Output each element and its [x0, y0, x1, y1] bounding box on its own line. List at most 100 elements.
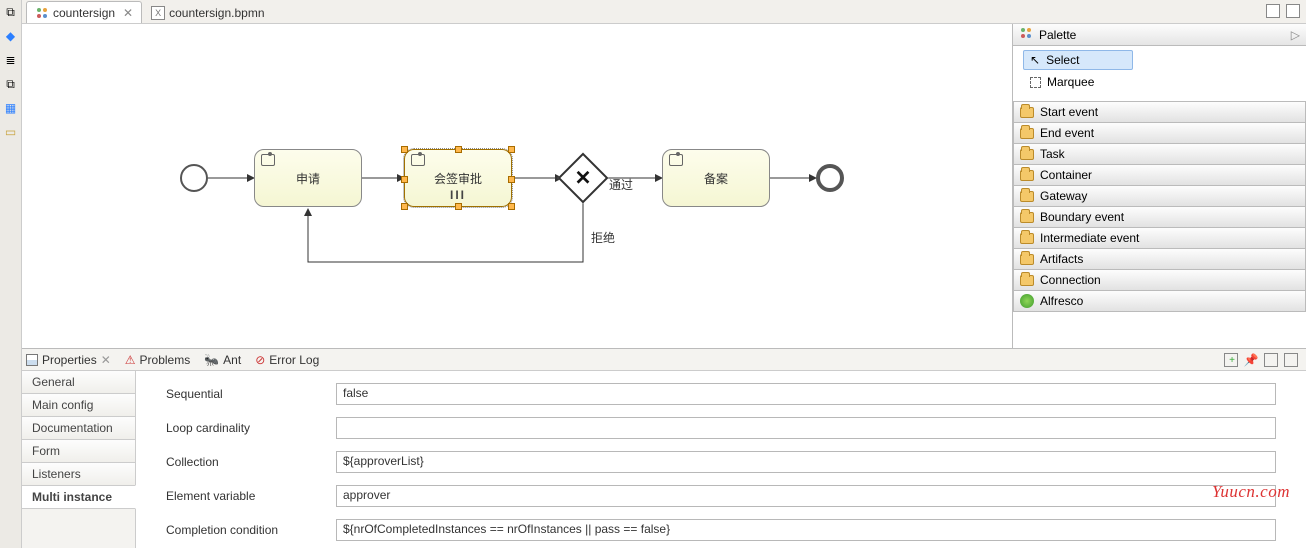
toolbar-icon-2[interactable]: ◆ [3, 28, 19, 44]
view-menu-icon[interactable]: + [1224, 353, 1238, 367]
ptab-listeners[interactable]: Listeners [22, 462, 136, 486]
minimize-view-button[interactable] [1264, 353, 1278, 367]
toolbar-icon-6[interactable]: ▭ [3, 124, 19, 140]
view-errorlog[interactable]: ⊘ Error Log [255, 353, 319, 367]
close-icon[interactable]: ✕ [101, 353, 111, 367]
user-task-icon [261, 154, 275, 166]
view-problems[interactable]: ⚠ Problems [125, 353, 190, 367]
bottom-panel: Properties ✕ ⚠ Problems 🐜 Ant ⊘ Error Lo… [22, 348, 1306, 548]
folder-icon [1020, 107, 1034, 118]
tool-label: Marquee [1047, 75, 1094, 89]
resize-handle[interactable] [508, 176, 515, 183]
cat-label: Intermediate event [1040, 231, 1139, 245]
problems-icon: ⚠ [125, 353, 136, 367]
cat-label: Start event [1040, 105, 1098, 119]
watermark: Yuucn.com [1212, 482, 1290, 502]
palette-cat-intermediate-event[interactable]: Intermediate event [1013, 227, 1306, 249]
view-label: Problems [140, 353, 191, 367]
tab-countersign-bpmn[interactable]: X countersign.bpmn [142, 1, 273, 23]
palette-cat-boundary-event[interactable]: Boundary event [1013, 206, 1306, 228]
folder-icon [1020, 233, 1034, 244]
toolbar-icon-5[interactable]: ▦ [3, 100, 19, 116]
cat-label: Gateway [1040, 189, 1087, 203]
palette-cat-connection[interactable]: Connection [1013, 269, 1306, 291]
task-approve-selected[interactable]: 会签审批 III [404, 149, 512, 207]
toolbar-icon-1[interactable]: ⧉ [3, 4, 19, 20]
task-apply[interactable]: 申请 [254, 149, 362, 207]
loop-cardinality-field[interactable] [336, 417, 1276, 439]
maximize-button[interactable] [1286, 4, 1300, 18]
diagram-canvas[interactable]: 申请 会签审批 III ✕ 备案 通过 拒绝 [22, 24, 1012, 348]
tab-countersign-diagram[interactable]: countersign ✕ [26, 1, 142, 23]
window-controls [1266, 4, 1300, 18]
palette-panel: Palette ▷ ↖ Select Marquee Start event E… [1012, 24, 1306, 348]
resize-handle[interactable] [401, 203, 408, 210]
exclusive-gateway[interactable]: ✕ [558, 153, 609, 204]
toolbar-icon-4[interactable]: ⧉ [3, 76, 19, 92]
cat-label: Container [1040, 168, 1092, 182]
palette-cat-container[interactable]: Container [1013, 164, 1306, 186]
minimize-button[interactable] [1266, 4, 1280, 18]
resize-handle[interactable] [508, 203, 515, 210]
connections [22, 24, 1012, 348]
cursor-icon: ↖ [1030, 53, 1040, 67]
cat-label: Alfresco [1040, 294, 1083, 308]
chevron-right-icon[interactable]: ▷ [1291, 28, 1300, 42]
palette-header: Palette ▷ [1013, 24, 1306, 46]
palette-tool-marquee[interactable]: Marquee [1023, 72, 1300, 92]
resize-handle[interactable] [401, 146, 408, 153]
start-event[interactable] [180, 164, 208, 192]
palette-cat-artifacts[interactable]: Artifacts [1013, 248, 1306, 270]
resize-handle[interactable] [401, 176, 408, 183]
element-variable-field[interactable]: approver [336, 485, 1276, 507]
palette-title: Palette [1039, 28, 1076, 42]
palette-cat-alfresco[interactable]: Alfresco [1013, 290, 1306, 312]
cat-label: Connection [1040, 273, 1101, 287]
close-icon[interactable]: ✕ [123, 6, 133, 20]
marquee-icon [1030, 77, 1041, 88]
palette-cat-task[interactable]: Task [1013, 143, 1306, 165]
editor: 申请 会签审批 III ✕ 备案 通过 拒绝 Pa [22, 24, 1306, 348]
collection-field[interactable]: ${approverList} [336, 451, 1276, 473]
resize-handle[interactable] [455, 203, 462, 210]
gateway-x-icon: ✕ [575, 166, 592, 191]
resize-handle[interactable] [508, 146, 515, 153]
ptab-multi-instance[interactable]: Multi instance [22, 485, 136, 509]
folder-icon [1020, 191, 1034, 202]
folder-icon [1020, 275, 1034, 286]
ptab-general[interactable]: General [22, 370, 136, 394]
properties-view: General Main config Documentation Form L… [22, 371, 1306, 548]
folder-icon [1020, 170, 1034, 181]
pin-icon[interactable]: 📌 [1244, 353, 1258, 367]
ptab-main-config[interactable]: Main config [22, 393, 136, 417]
palette-icon [1019, 26, 1033, 43]
folder-icon [1020, 254, 1034, 265]
sequential-field[interactable]: false [336, 383, 1276, 405]
tool-label: Select [1046, 53, 1079, 67]
view-label: Ant [223, 353, 241, 367]
ptab-form[interactable]: Form [22, 439, 136, 463]
task-record[interactable]: 备案 [662, 149, 770, 207]
left-toolbar: ⧉ ◆ ≣ ⧉ ▦ ▭ [0, 0, 22, 548]
cat-label: Boundary event [1040, 210, 1124, 224]
edge-label-reject: 拒绝 [591, 229, 615, 246]
palette-cat-end-event[interactable]: End event [1013, 122, 1306, 144]
palette-cat-start-event[interactable]: Start event [1013, 101, 1306, 123]
folder-icon [1020, 212, 1034, 223]
completion-condition-field[interactable]: ${nrOfCompletedInstances == nrOfInstance… [336, 519, 1276, 541]
ptab-documentation[interactable]: Documentation [22, 416, 136, 440]
palette-tool-select[interactable]: ↖ Select [1023, 50, 1133, 70]
diagram-icon [35, 6, 49, 20]
user-task-icon [669, 154, 683, 166]
task-label: 申请 [296, 170, 320, 187]
toolbar-icon-3[interactable]: ≣ [3, 52, 19, 68]
folder-icon [1020, 149, 1034, 160]
view-label: Properties [42, 353, 97, 367]
palette-cat-gateway[interactable]: Gateway [1013, 185, 1306, 207]
view-properties[interactable]: Properties ✕ [26, 353, 111, 367]
view-ant[interactable]: 🐜 Ant [204, 353, 241, 367]
resize-handle[interactable] [455, 146, 462, 153]
maximize-view-button[interactable] [1284, 353, 1298, 367]
user-task-icon [411, 154, 425, 166]
end-event[interactable] [816, 164, 844, 192]
